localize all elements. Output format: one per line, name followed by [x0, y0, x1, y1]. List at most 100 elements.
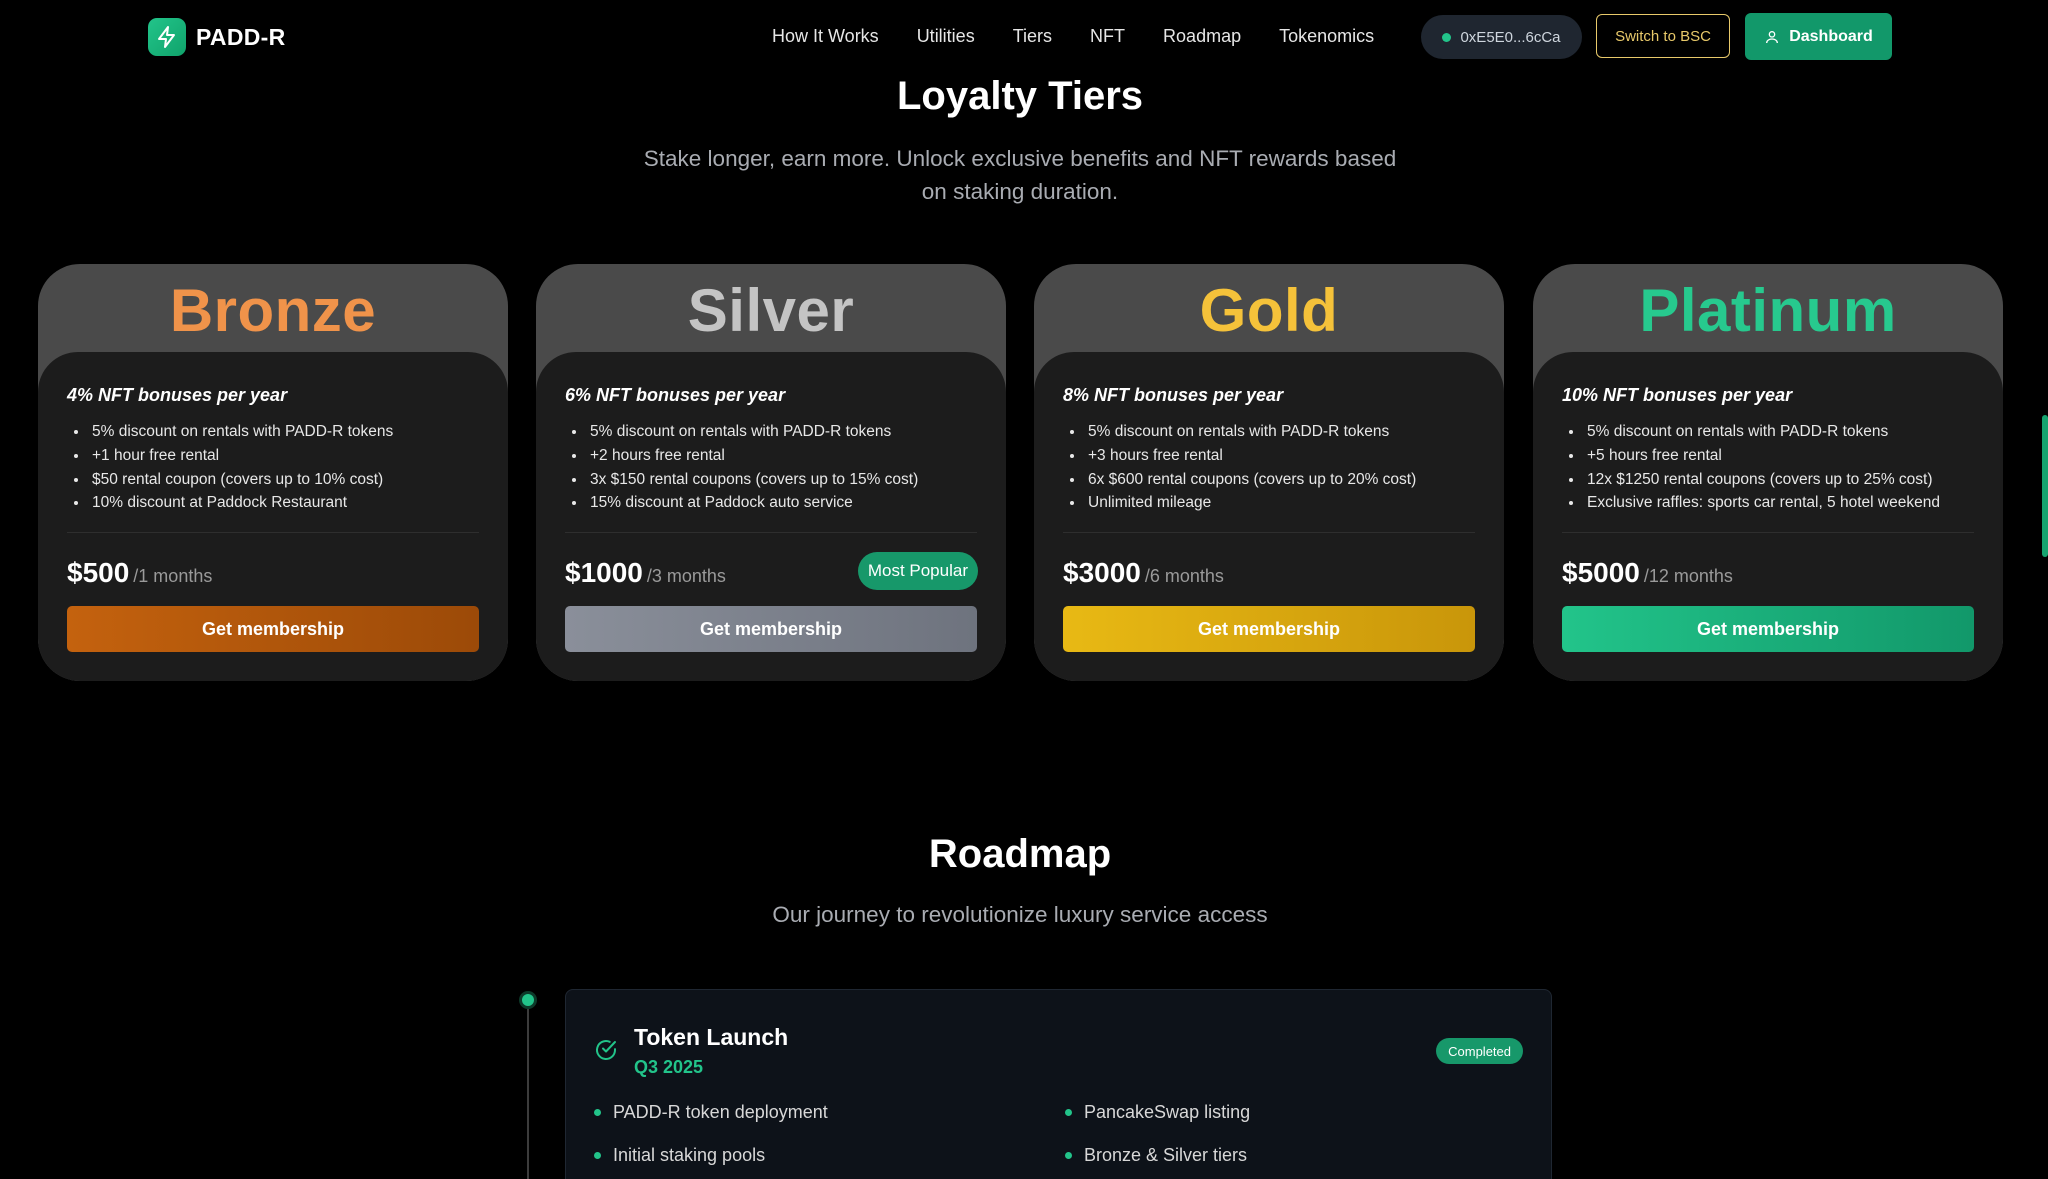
nav-utilities[interactable]: Utilities [917, 22, 975, 50]
milestone-quarter: Q3 2025 [634, 1057, 704, 1077]
milestone-title: Token Launch [634, 1024, 789, 1050]
wallet-address-pill[interactable]: 0xE5E0...6cCa [1421, 15, 1582, 59]
tiers-title: Loyalty Tiers [896, 74, 1144, 118]
get-membership-button-gold[interactable]: Get membership [1063, 606, 1475, 652]
benefit-item: 12x $1250 rental coupons (covers up to 2… [1584, 468, 1940, 492]
milestone-item: PancakeSwap listing [1065, 1102, 1250, 1123]
nav-tiers[interactable]: Tiers [1013, 22, 1052, 50]
benefit-item: +1 hour free rental [89, 444, 393, 468]
bullet-dot [594, 1109, 601, 1116]
brand-name: PADD-R [196, 23, 286, 50]
lightning-icon [148, 18, 186, 56]
bullet-dot [1065, 1152, 1072, 1159]
scrollbar-thumb[interactable] [2042, 415, 2048, 557]
tier-name: Bronze [169, 277, 377, 344]
bullet-dot [1065, 1109, 1072, 1116]
roadmap-subtitle: Our journey to revolutionize luxury serv… [772, 902, 1268, 927]
tier-body: 4% NFT bonuses per year 5% discount on r… [38, 352, 508, 681]
price-amount: $5000 [1562, 557, 1640, 588]
roadmap-title: Roadmap [928, 832, 1112, 876]
tiers-subtitle: Stake longer, earn more. Unlock exclusiv… [0, 142, 2040, 208]
tier-price: $5000/12 months [1562, 557, 1733, 589]
divider [1562, 532, 1974, 533]
wallet-address: 0xE5E0...6cCa [1460, 28, 1561, 46]
benefit-item: $50 rental coupon (covers up to 10% cost… [89, 468, 393, 492]
benefit-item: 5% discount on rentals with PADD-R token… [89, 420, 393, 444]
top-navbar: PADD-R How It Works Utilities Tiers NFT … [0, 0, 2048, 74]
benefit-item: Unlimited mileage [1085, 491, 1416, 515]
price-period: /1 months [133, 566, 213, 586]
benefit-item: Exclusive raffles: sports car rental, 5 … [1584, 491, 1940, 515]
tier-bonus: 10% NFT bonuses per year [1562, 385, 1793, 405]
user-icon [1766, 30, 1779, 43]
benefit-item: 15% discount at Paddock auto service [587, 491, 918, 515]
most-popular-badge: Most Popular [857, 552, 978, 590]
milestone-item: Initial staking pools [594, 1145, 765, 1166]
dashboard-label: Dashboard [1789, 27, 1873, 45]
main-nav: How It Works Utilities Tiers NFT Roadmap… [772, 22, 1412, 50]
benefit-item: 6x $600 rental coupons (covers up to 20%… [1085, 468, 1416, 492]
nav-nft[interactable]: NFT [1090, 22, 1125, 50]
price-period: /12 months [1643, 566, 1733, 586]
nav-roadmap[interactable]: Roadmap [1163, 22, 1241, 50]
get-membership-button-silver[interactable]: Get membership [565, 606, 977, 652]
price-amount: $500 [67, 557, 130, 588]
benefit-item: +3 hours free rental [1085, 444, 1416, 468]
tier-name: Silver [687, 277, 855, 344]
tier-card-bronze: Bronze 4% NFT bonuses per year 5% discou… [38, 264, 508, 681]
tiers-subtitle-line1: Stake longer, earn more. Unlock exclusiv… [643, 146, 1397, 171]
tier-benefits: 5% discount on rentals with PADD-R token… [1584, 420, 1940, 515]
roadmap-card-token-launch: Token Launch Q3 2025 Completed PADD-R to… [565, 989, 1552, 1179]
tier-price: $500/1 months [67, 557, 212, 589]
benefit-item: 5% discount on rentals with PADD-R token… [1085, 420, 1416, 444]
price-period: /3 months [646, 566, 726, 586]
tier-body: 10% NFT bonuses per year 5% discount on … [1533, 352, 2003, 681]
tiers-subtitle-line2: on staking duration. [921, 179, 1119, 204]
tier-price: $3000/6 months [1063, 557, 1224, 589]
tier-benefits: 5% discount on rentals with PADD-R token… [587, 420, 918, 515]
milestone-item-label: PADD-R token deployment [613, 1102, 828, 1122]
brand-logo[interactable]: PADD-R [148, 18, 286, 56]
milestone-item-label: Initial staking pools [613, 1145, 766, 1165]
tier-name: Platinum [1639, 277, 1897, 344]
tier-card-silver: Silver 6% NFT bonuses per year 5% discou… [536, 264, 1006, 681]
tier-bonus: 8% NFT bonuses per year [1063, 385, 1284, 405]
milestone-item: PADD-R token deployment [594, 1102, 828, 1123]
price-amount: $1000 [565, 557, 643, 588]
tier-body: 6% NFT bonuses per year 5% discount on r… [536, 352, 1006, 681]
nav-tokenomics[interactable]: Tokenomics [1279, 22, 1374, 50]
tier-benefits: 5% discount on rentals with PADD-R token… [89, 420, 393, 515]
benefit-item: +5 hours free rental [1584, 444, 1940, 468]
milestone-item-label: Bronze & Silver tiers [1084, 1145, 1248, 1165]
divider [1063, 532, 1475, 533]
tier-body: 8% NFT bonuses per year 5% discount on r… [1034, 352, 1504, 681]
tier-bonus: 4% NFT bonuses per year [67, 385, 288, 405]
tier-price: $1000/3 months [565, 557, 726, 589]
benefit-item: 5% discount on rentals with PADD-R token… [1584, 420, 1940, 444]
timeline-dot [522, 994, 534, 1006]
benefit-item: +2 hours free rental [587, 444, 918, 468]
tier-card-platinum: Platinum 10% NFT bonuses per year 5% dis… [1533, 264, 2003, 681]
divider [67, 532, 479, 533]
timeline-line [527, 1000, 529, 1179]
price-period: /6 months [1144, 566, 1224, 586]
switch-network-button[interactable]: Switch to BSC [1596, 14, 1730, 58]
price-amount: $3000 [1063, 557, 1141, 588]
connected-status-dot [1442, 32, 1452, 42]
bullet-dot [594, 1152, 601, 1159]
milestone-item: Bronze & Silver tiers [1065, 1145, 1247, 1166]
benefit-item: 3x $150 rental coupons (covers up to 15%… [587, 468, 918, 492]
dashboard-button[interactable]: Dashboard [1745, 13, 1892, 60]
nav-how-it-works[interactable]: How It Works [772, 22, 879, 50]
get-membership-button-platinum[interactable]: Get membership [1562, 606, 1974, 652]
benefit-item: 10% discount at Paddock Restaurant [89, 491, 393, 515]
status-badge: Completed [1436, 1038, 1523, 1064]
tier-bonus: 6% NFT bonuses per year [565, 385, 786, 405]
tier-name: Gold [1199, 277, 1339, 344]
divider [565, 532, 977, 533]
milestone-item-label: PancakeSwap listing [1084, 1102, 1251, 1122]
benefit-item: 5% discount on rentals with PADD-R token… [587, 420, 918, 444]
tier-benefits: 5% discount on rentals with PADD-R token… [1085, 420, 1416, 515]
get-membership-button-bronze[interactable]: Get membership [67, 606, 479, 652]
tier-card-gold: Gold 8% NFT bonuses per year 5% discount… [1034, 264, 1504, 681]
